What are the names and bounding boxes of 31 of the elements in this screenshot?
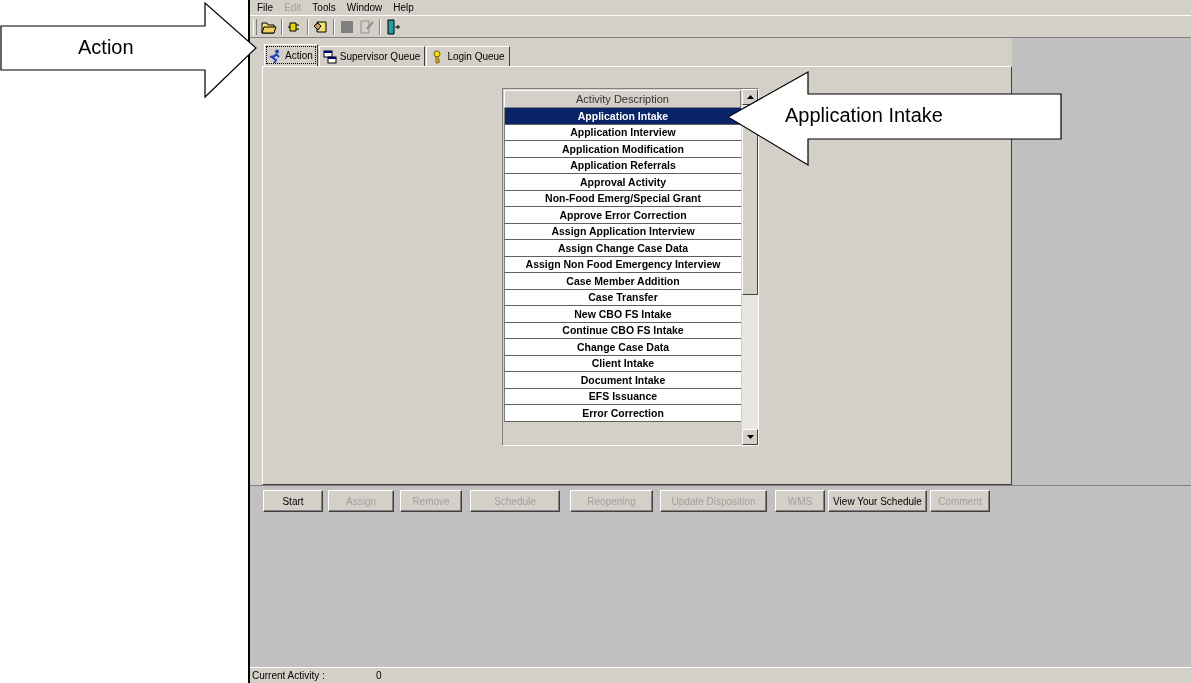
list-item[interactable]: Application Modification [504, 141, 741, 158]
menu-item[interactable]: Help [393, 2, 414, 13]
list-item[interactable]: Approval Activity [504, 174, 741, 191]
windows-icon [322, 49, 337, 64]
callout-text: Application Intake [785, 104, 943, 127]
status-value: 0 [376, 670, 382, 681]
action-button[interactable]: Start [263, 490, 323, 512]
list-item[interactable]: Application Intake [504, 108, 741, 125]
column-header[interactable]: Activity Description [504, 90, 741, 108]
menu-item[interactable]: Window [346, 2, 383, 13]
list-item[interactable]: New CBO FS Intake [504, 306, 741, 323]
list-item[interactable]: Change Case Data [504, 339, 741, 356]
hand-icon[interactable] [313, 18, 329, 35]
list-item[interactable]: Assign Change Case Data [504, 240, 741, 257]
menu-item[interactable]: File [257, 2, 274, 13]
door-icon[interactable] [385, 18, 401, 35]
list-item[interactable]: Document Intake [504, 372, 741, 389]
list-item[interactable]: Error Correction [504, 405, 741, 422]
tab[interactable]: Supervisor Queue [318, 46, 426, 66]
list-item[interactable]: Case Member Addition [504, 273, 741, 290]
status-label: Current Activity : [252, 670, 326, 681]
up-arrow-icon [746, 95, 754, 99]
action-button[interactable]: View Your Schedule [828, 490, 927, 512]
scrollbar[interactable] [742, 89, 758, 445]
tab[interactable]: Login Queue [426, 46, 510, 66]
runner-icon [268, 48, 282, 63]
callout-text: Action [78, 36, 134, 59]
down-arrow-icon [746, 435, 754, 439]
tab[interactable]: Action [264, 44, 318, 66]
list-item[interactable]: Approve Error Correction [504, 207, 741, 224]
menu-item[interactable]: Tools [312, 2, 336, 13]
